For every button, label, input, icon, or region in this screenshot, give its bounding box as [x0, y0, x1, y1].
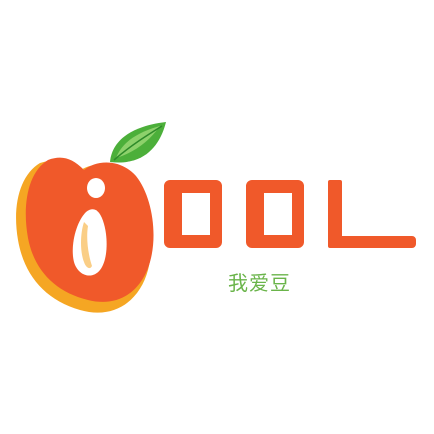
- letter-l-shape: [328, 180, 416, 248]
- fruit-dot: [87, 178, 105, 198]
- letter-o-first: [164, 180, 222, 248]
- peach-fruit-icon: [16, 157, 154, 313]
- leaf-icon: [110, 122, 166, 163]
- brand-tagline: 我爱豆: [228, 271, 291, 295]
- logo-canvas: 我爱豆: [0, 0, 434, 434]
- letter-o-second-shape: [246, 180, 304, 248]
- letter-l: [328, 180, 416, 248]
- letter-o-first-shape: [164, 180, 222, 248]
- logo-mark: [16, 122, 416, 313]
- letter-o-second: [246, 180, 304, 248]
